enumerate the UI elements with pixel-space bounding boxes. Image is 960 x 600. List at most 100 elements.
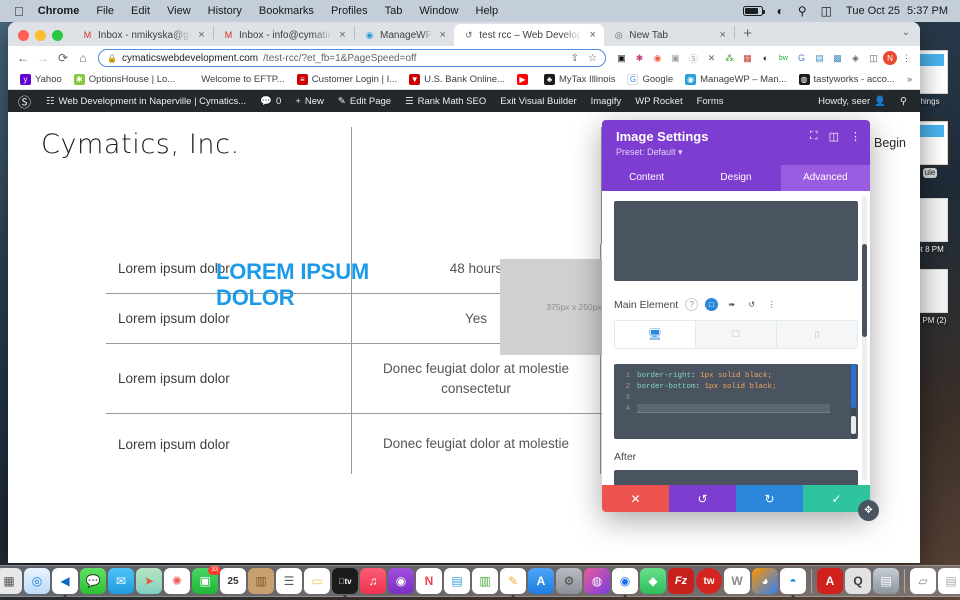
wifi-icon[interactable]: ◐ [777, 4, 784, 18]
dock-item-chrome[interactable]: ◉ [612, 568, 638, 598]
menu-item-window[interactable]: Window [419, 5, 458, 17]
wp-site-name[interactable]: ☷ Web Development in Naperville | Cymatic… [39, 96, 253, 107]
device-tab-desktop[interactable]: 🖥 [615, 321, 696, 348]
wp-rocket[interactable]: WP Rocket [628, 96, 689, 107]
profile-avatar[interactable]: N [883, 51, 897, 65]
sidepanel-icon[interactable]: ◫ [865, 50, 882, 67]
wp-search-icon[interactable]: ⚲ [893, 96, 914, 107]
menubar-time[interactable]: 5:37 PM [907, 5, 948, 17]
pagespeed-extension-icon[interactable]: ◉ [649, 50, 666, 67]
browser-tab[interactable]: M Inbox - nmikyska@gmail.com × [73, 24, 213, 46]
dock-item-maps[interactable]: ➤ [136, 568, 162, 594]
dock-item-documents-stack[interactable]: ▤ [938, 568, 960, 594]
sitemap-extension-icon[interactable]: ⁂ [721, 50, 738, 67]
dock-item-notes[interactable]: ▭ [304, 568, 330, 594]
site-logo[interactable]: Cymatics, Inc. [41, 129, 240, 160]
menu-item-profiles[interactable]: Profiles [331, 5, 368, 17]
help-icon[interactable]: ? [685, 298, 699, 311]
chrome-menu-icon[interactable]: ⋮ [898, 50, 915, 67]
minimize-window-button[interactable] [35, 30, 46, 41]
reset-icon[interactable]: ↺ [745, 298, 758, 311]
new-tab-button[interactable]: + [735, 25, 760, 44]
bookmark-item[interactable]: ▼ U.S. Bank Online... [403, 74, 511, 85]
eyedropper-extension-icon[interactable]: ✕ [703, 50, 720, 67]
layout-columns-icon[interactable]: ◫ [829, 130, 839, 143]
tab-search-chevron-down-icon[interactable]: ⌄ [902, 27, 920, 42]
close-window-button[interactable] [18, 30, 29, 41]
bookmark-item[interactable]: ♣ MyTax Illinois [538, 74, 622, 85]
wp-howdy[interactable]: Howdy, seer 👤 [811, 96, 893, 107]
device-tab-tablet[interactable]: □ [696, 321, 777, 348]
modal-preset-selector[interactable]: Preset: Default ▾ [616, 147, 858, 158]
dock-item-safari[interactable]: ◎ [24, 568, 50, 594]
cancel-button[interactable]: ✕ [602, 485, 669, 512]
responsive-icon[interactable]: □ [705, 298, 719, 311]
puzzle-extension-icon[interactable]: ◈ [847, 50, 864, 67]
dock-item-word[interactable]: W [724, 568, 750, 594]
dock-item-firefox[interactable]: ◕ [752, 568, 778, 594]
home-button[interactable]: ⌂ [73, 48, 93, 68]
dock-item-launchpad[interactable]: ▦ [0, 568, 22, 594]
back-button[interactable]: ← [13, 48, 33, 68]
maximize-window-button[interactable] [52, 30, 63, 41]
gtmetrix-extension-icon[interactable]: G [793, 50, 810, 67]
dock-item-messages[interactable]: 💬 [80, 568, 106, 594]
css-code-editor[interactable]: 1 border-right: 1px solid black; 2 borde… [614, 364, 858, 439]
resize-handle-icon[interactable]: ✥ [858, 500, 879, 521]
menu-item-bookmarks[interactable]: Bookmarks [259, 5, 314, 17]
modal-scrollbar-thumb[interactable] [862, 244, 867, 337]
dock-item-music[interactable]: ♫ [360, 568, 386, 594]
window-traffic-lights[interactable] [16, 30, 73, 46]
screenshot-extension-icon[interactable]: ▣ [667, 50, 684, 67]
menubar-date[interactable]: Tue Oct 25 [846, 5, 900, 17]
dock-item-keynote[interactable]: ▤ [444, 568, 470, 594]
browser-tab-active[interactable]: ↺ test rcc – Web Development i × [454, 24, 605, 46]
dock-item-news[interactable]: N [416, 568, 442, 594]
bookmark-item[interactable]: ▶ [511, 74, 538, 85]
tab-close-icon[interactable]: × [337, 29, 348, 41]
dock-item-screen-sharing[interactable]: ▤ [873, 568, 899, 594]
wp-comments[interactable]: 💬 0 [253, 96, 288, 107]
tab-close-icon[interactable]: × [437, 29, 448, 41]
notion-extension-icon[interactable]: ▣ [613, 50, 630, 67]
dock-item-acrobat[interactable]: A [817, 568, 843, 594]
bookmark-item[interactable]: G Google [621, 74, 679, 85]
wp-imagify[interactable]: Imagify [584, 96, 629, 107]
dock-item-photos[interactable]: ✺ [164, 568, 190, 594]
dock-item-podcasts[interactable]: ◉ [388, 568, 414, 594]
undo-button[interactable]: ↺ [669, 485, 736, 512]
menu-item-history[interactable]: History [208, 5, 242, 17]
forward-button[interactable]: → [33, 48, 53, 68]
expand-icon[interactable]: ⛶ [810, 130, 818, 143]
after-code-editor[interactable] [614, 470, 858, 485]
tab-advanced[interactable]: Advanced [780, 165, 870, 191]
dock-item-contacts[interactable]: ▥ [248, 568, 274, 594]
tab-close-icon[interactable]: × [196, 29, 207, 41]
wordpress-icon[interactable]: Ⓢ [14, 92, 39, 111]
kebab-menu-icon[interactable]: ⋮ [850, 130, 861, 143]
dock-item-reminders[interactable]: ☰ [276, 568, 302, 594]
dock-item-filezilla[interactable]: Fz [668, 568, 694, 594]
tab-content[interactable]: Content [602, 165, 691, 191]
wappalyzer-extension-icon[interactable]: ▤ [811, 50, 828, 67]
bookmark-item[interactable]: ✱ OptionsHouse | Lo... [68, 74, 181, 85]
dock-item-calendar[interactable]: 25 [220, 568, 246, 594]
dock-item-appletv[interactable]: tv [332, 568, 358, 598]
kebab-menu-icon[interactable]: ⋮ [765, 298, 778, 311]
dock-item-quicktime[interactable]: Q [845, 568, 871, 594]
wordpress-extension-icon[interactable]: Ⓢ [685, 50, 702, 67]
wp-edit-page-button[interactable]: ✎ Edit Page [331, 96, 398, 107]
tab-close-icon[interactable]: × [587, 29, 598, 41]
hover-cursor-icon[interactable]: ➠ [725, 298, 738, 311]
menu-item-file[interactable]: File [96, 5, 114, 17]
bookmark-item[interactable]: y Yahoo [14, 74, 68, 85]
battery-icon[interactable] [742, 6, 765, 16]
redo-button[interactable]: ↻ [736, 485, 803, 512]
apple-logo-icon[interactable]:  [14, 5, 24, 18]
dark-reader-extension-icon[interactable]: ◐ [757, 50, 774, 67]
preview-area[interactable] [614, 201, 858, 281]
code-scrollbar[interactable] [851, 364, 856, 439]
address-bar[interactable]: 🔒 cymaticswebdevelopment.com/test-rcc/?e… [98, 49, 606, 67]
browser-tab[interactable]: ◎ New Tab × [604, 24, 734, 46]
bitwarden-extension-icon[interactable]: bw [775, 50, 792, 67]
